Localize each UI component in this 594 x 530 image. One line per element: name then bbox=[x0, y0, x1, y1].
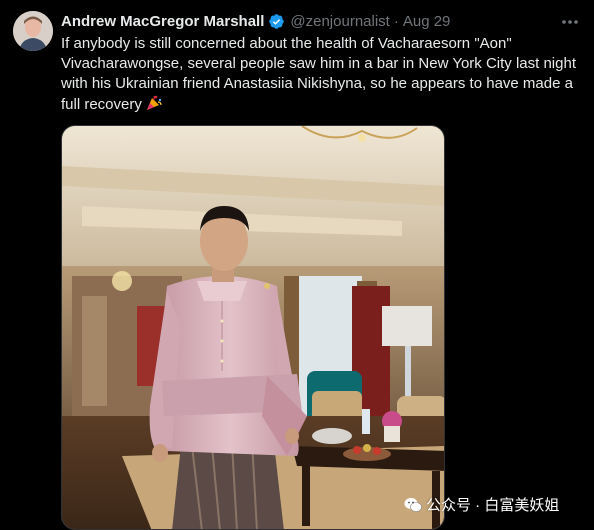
author-handle[interactable]: @zenjournalist bbox=[290, 13, 389, 30]
separator-dot: · bbox=[393, 12, 399, 30]
tweet-header: Andrew MacGregor Marshall @zenjournalist… bbox=[61, 10, 450, 32]
watermark: 公众号 · 白富美妖姐 bbox=[404, 494, 559, 515]
verified-badge-icon bbox=[268, 13, 285, 30]
more-options-icon[interactable] bbox=[560, 12, 580, 32]
tweet-text: If anybody is still concerned about the … bbox=[61, 34, 581, 118]
tweet[interactable]: Andrew MacGregor Marshall @zenjournalist… bbox=[0, 0, 594, 530]
tweet-photo[interactable] bbox=[61, 125, 445, 530]
party-popper-icon bbox=[145, 94, 163, 118]
author-name[interactable]: Andrew MacGregor Marshall bbox=[61, 13, 264, 30]
tweet-text-body: If anybody is still concerned about the … bbox=[61, 35, 581, 113]
tweet-date[interactable]: Aug 29 bbox=[403, 13, 451, 30]
watermark-text: 公众号 · 白富美妖姐 bbox=[426, 497, 560, 514]
avatar[interactable] bbox=[13, 11, 53, 51]
wechat-icon bbox=[404, 497, 422, 513]
